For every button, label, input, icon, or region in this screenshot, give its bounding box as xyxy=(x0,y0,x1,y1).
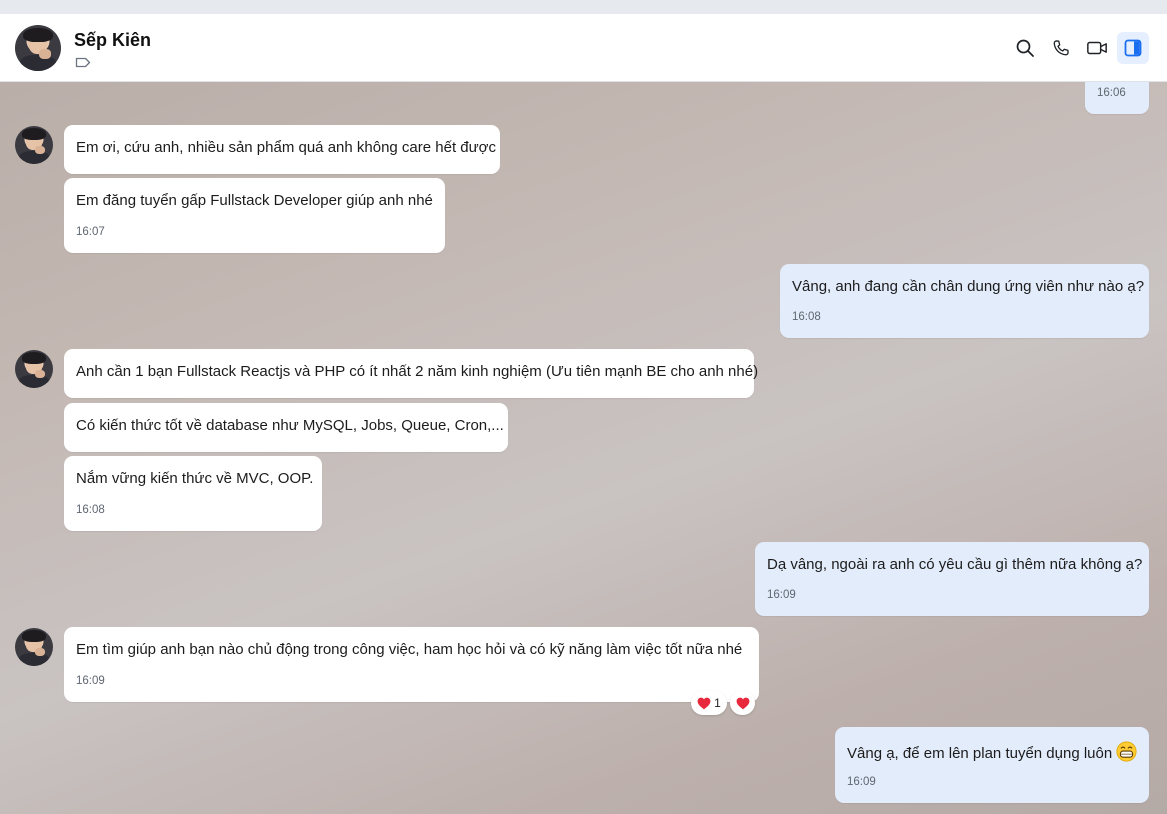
message-outgoing[interactable]: 16:06 xyxy=(1085,82,1149,114)
message-text: Nắm vững kiến thức về MVC, OOP. xyxy=(76,470,314,487)
sidebar-toggle-icon xyxy=(1124,39,1142,57)
message-time: 16:08 xyxy=(76,504,105,516)
message-time: 16:09 xyxy=(76,675,105,687)
sender-avatar[interactable] xyxy=(15,628,53,666)
message-time: 16:09 xyxy=(767,589,796,601)
chat-header: Sếp Kiên xyxy=(0,14,1167,82)
message-time: 16:09 xyxy=(847,776,876,788)
add-reaction-button[interactable] xyxy=(730,691,755,715)
search-icon xyxy=(1016,39,1034,57)
contact-name[interactable]: Sếp Kiên xyxy=(74,30,151,51)
message-time: 16:06 xyxy=(1097,87,1126,99)
message-time: 16:08 xyxy=(792,311,821,323)
message-time: 16:07 xyxy=(76,226,105,238)
heart-icon xyxy=(736,697,749,709)
reaction-summary[interactable]: 1 xyxy=(691,691,727,715)
message-outgoing[interactable]: Dạ vâng, ngoài ra anh có yêu cầu gì thêm… xyxy=(755,542,1149,616)
message-outgoing[interactable]: Vâng ạ, để em lên plan tuyển dụng luôn 1… xyxy=(835,727,1149,803)
message-incoming[interactable]: Nắm vững kiến thức về MVC, OOP. 16:08 xyxy=(64,456,322,531)
reaction-count: 1 xyxy=(714,696,721,710)
message-text: Có kiến thức tốt về database như MySQL, … xyxy=(76,417,504,434)
message-text: Em tìm giúp anh bạn nào chủ động trong c… xyxy=(76,641,743,658)
contact-avatar[interactable] xyxy=(15,25,61,71)
toggle-sidebar-button[interactable] xyxy=(1117,32,1149,64)
message-outgoing[interactable]: Vâng, anh đang cần chân dung ứng viên nh… xyxy=(780,264,1149,338)
grin-emoji xyxy=(1116,741,1137,762)
heart-icon xyxy=(697,697,711,709)
message-text: Em ơi, cứu anh, nhiều sản phẩm quá anh k… xyxy=(76,139,497,156)
voice-call-button[interactable] xyxy=(1045,32,1077,64)
message-incoming[interactable]: Anh cần 1 bạn Fullstack Reactjs và PHP c… xyxy=(64,349,758,398)
video-icon xyxy=(1087,41,1107,55)
message-text: Vâng ạ, để em lên plan tuyển dụng luôn xyxy=(847,745,1113,762)
message-incoming[interactable]: Em tìm giúp anh bạn nào chủ động trong c… xyxy=(64,627,759,702)
video-call-button[interactable] xyxy=(1081,32,1113,64)
message-incoming[interactable]: Có kiến thức tốt về database như MySQL, … xyxy=(64,403,508,452)
message-incoming[interactable]: Em đăng tuyển gấp Fullstack Developer gi… xyxy=(64,178,445,253)
message-list[interactable]: 16:06 Em ơi, cứu anh, nhiều sản phẩm quá… xyxy=(0,82,1167,814)
search-button[interactable] xyxy=(1009,32,1041,64)
message-text: Dạ vâng, ngoài ra anh có yêu cầu gì thêm… xyxy=(767,556,1143,573)
sender-avatar[interactable] xyxy=(15,350,53,388)
message-text: Vâng, anh đang cần chân dung ứng viên nh… xyxy=(792,278,1145,295)
window-top-strip xyxy=(0,0,1167,14)
sender-avatar[interactable] xyxy=(15,126,53,164)
message-text: Anh cần 1 bạn Fullstack Reactjs và PHP c… xyxy=(76,363,759,380)
message-text: Em đăng tuyển gấp Fullstack Developer gi… xyxy=(76,192,433,209)
tag-icon[interactable] xyxy=(75,57,91,68)
phone-icon xyxy=(1053,40,1069,56)
message-incoming[interactable]: Em ơi, cứu anh, nhiều sản phẩm quá anh k… xyxy=(64,125,500,174)
